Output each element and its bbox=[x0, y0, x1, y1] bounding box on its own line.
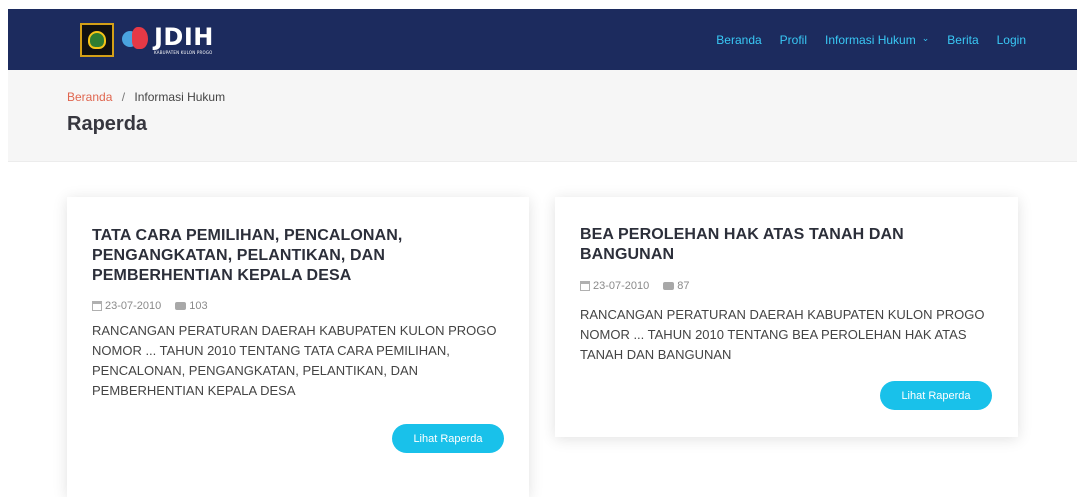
page-title: Raperda bbox=[67, 113, 148, 135]
breadcrumb-home-link[interactable]: Beranda bbox=[67, 90, 112, 104]
page-header: Beranda / Informasi Hukum Raperda bbox=[8, 70, 1077, 162]
card-title[interactable]: BEA PEROLEHAN HAK ATAS TANAH DAN BANGUNA… bbox=[580, 225, 980, 265]
nav-beranda[interactable]: Beranda bbox=[716, 33, 761, 47]
breadcrumb-separator: / bbox=[121, 90, 126, 104]
brand-title: JDIH bbox=[154, 22, 214, 51]
main-nav: Beranda Profil Informasi Hukum ⌄ Berita … bbox=[698, 9, 1026, 70]
card-description: RANCANGAN PERATURAN DAERAH KABUPATEN KUL… bbox=[92, 323, 497, 398]
card-date: 23-07-2010 bbox=[593, 280, 650, 292]
card-date: 23-07-2010 bbox=[105, 300, 162, 312]
card-meta: 23-07-2010 103 bbox=[92, 300, 208, 312]
map-logo-icon bbox=[120, 25, 150, 55]
nav-login[interactable]: Login bbox=[997, 33, 1026, 47]
card-description: RANCANGAN PERATURAN DAERAH KABUPATEN KUL… bbox=[580, 307, 985, 362]
raperda-card: BEA PEROLEHAN HAK ATAS TANAH DAN BANGUNA… bbox=[555, 197, 1018, 437]
brand-subtitle: KABUPATEN KULON PROGO bbox=[154, 49, 213, 55]
comment-icon bbox=[663, 282, 675, 290]
card-meta: 23-07-2010 87 bbox=[580, 280, 690, 292]
calendar-icon bbox=[580, 281, 590, 291]
lihat-raperda-button[interactable]: Lihat Raperda bbox=[880, 381, 992, 410]
lihat-raperda-button[interactable]: Lihat Raperda bbox=[392, 424, 504, 453]
calendar-icon bbox=[92, 301, 102, 311]
regency-emblem-icon bbox=[80, 23, 114, 57]
card-title[interactable]: TATA CARA PEMILIHAN, PENCALONAN, PENGANG… bbox=[92, 226, 492, 286]
raperda-card: TATA CARA PEMILIHAN, PENCALONAN, PENGANG… bbox=[67, 197, 529, 497]
brand-text: JDIH KABUPATEN KULON PROGO bbox=[154, 25, 214, 56]
card-views: 87 bbox=[677, 280, 690, 292]
nav-profil[interactable]: Profil bbox=[780, 33, 807, 47]
nav-informasi-hukum[interactable]: Informasi Hukum ⌄ bbox=[825, 33, 929, 47]
nav-berita[interactable]: Berita bbox=[947, 33, 978, 47]
chevron-down-icon: ⌄ bbox=[921, 33, 930, 43]
breadcrumb-current: Informasi Hukum bbox=[134, 90, 226, 104]
nav-informasi-hukum-label: Informasi Hukum bbox=[825, 32, 916, 47]
breadcrumb: Beranda / Informasi Hukum bbox=[67, 90, 225, 104]
top-navbar: JDIH KABUPATEN KULON PROGO Beranda Profi… bbox=[8, 9, 1077, 70]
comment-icon bbox=[175, 302, 187, 310]
card-views: 103 bbox=[189, 300, 208, 312]
site-logo[interactable]: JDIH KABUPATEN KULON PROGO bbox=[80, 22, 214, 58]
